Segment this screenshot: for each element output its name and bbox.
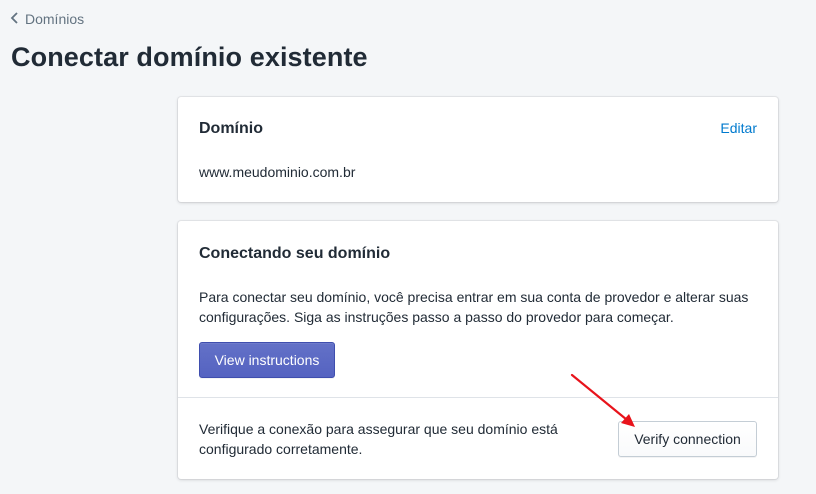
breadcrumb-back-link[interactable]: Domínios [10,11,84,27]
domain-card: Domínio Editar www.meudominio.com.br [178,97,778,202]
verify-connection-button[interactable]: Verify connection [618,421,757,457]
connect-card-heading: Conectando seu domínio [199,245,391,262]
verify-description: Verifique a conexão para assegurar que s… [199,421,558,457]
chevron-left-icon [10,11,19,27]
page: Domínios Conectar domínio existente Domí… [0,0,816,494]
section-divider [178,397,778,398]
domain-value: www.meudominio.com.br [199,164,356,180]
connect-domain-card: Conectando seu domínio Para conectar seu… [178,221,778,479]
edit-link[interactable]: Editar [720,120,757,136]
page-title: Conectar domínio existente [11,42,368,72]
breadcrumb-label: Domínios [25,11,85,27]
view-instructions-button[interactable]: View instructions [199,342,335,378]
instructions-text: Para conectar seu domínio, você precisa … [199,289,749,325]
domain-card-heading: Domínio [199,120,263,137]
